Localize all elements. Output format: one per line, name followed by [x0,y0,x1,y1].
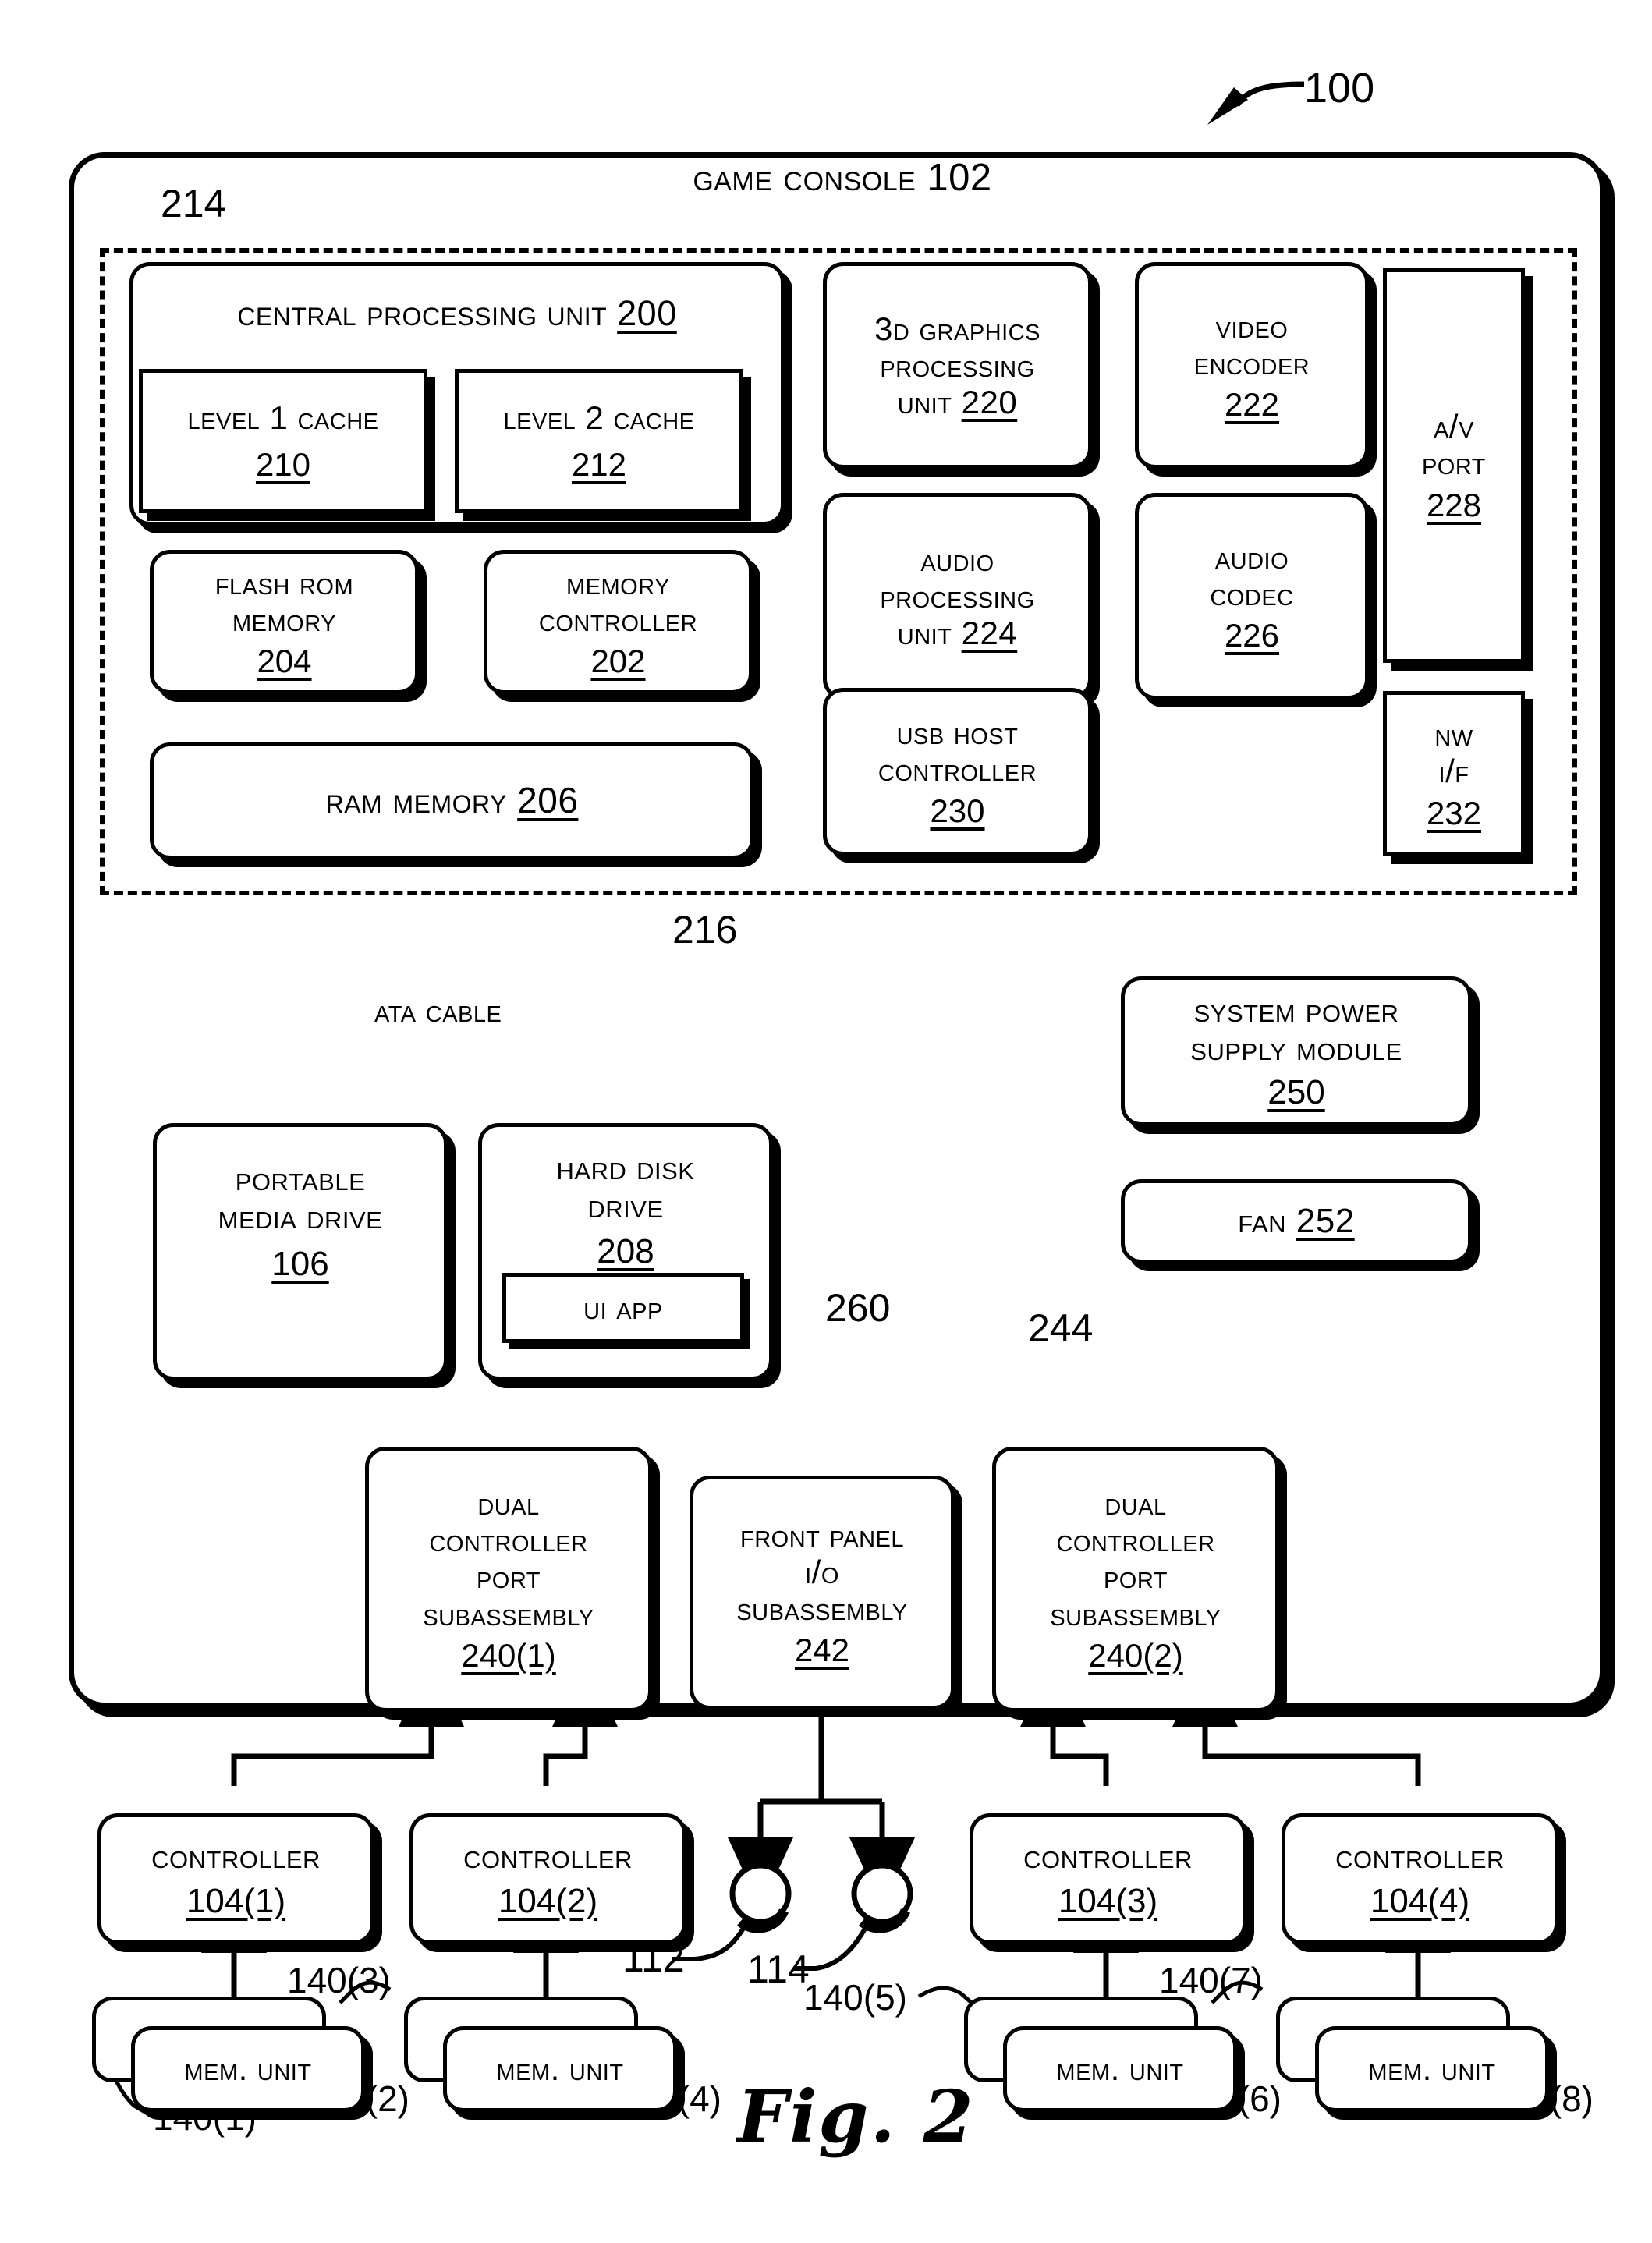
block-memory-controller[interactable]: Memory Controller 202 [484,550,753,694]
block-level-2-cache[interactable]: Level 2 Cache 212 [455,369,743,513]
block-audio-codec[interactable]: Audio Codec 226 [1135,493,1369,700]
callout-140-7: 140(7) [1159,1960,1263,2000]
block-ui-app[interactable]: UI App [502,1273,744,1343]
callout-140-5: 140(5) [803,1977,907,2018]
block-controller-1[interactable]: Controller 104(1) [97,1813,374,1944]
block-mem-unit-3[interactable]: Mem. Unit [1003,2026,1237,2112]
block-level-1-cache[interactable]: Level 1 Cache 210 [139,369,427,513]
callout-244: 244 [1028,1306,1094,1350]
block-mem-unit-1[interactable]: Mem. Unit [131,2026,365,2112]
block-label: Unit 224 [897,615,1018,652]
block-audio-processing-unit[interactable]: Audio Processing Unit 224 [823,493,1092,700]
callout-214: 214 [161,182,226,225]
block-video-encoder[interactable]: Video Encoder 222 [1135,262,1369,469]
figure-caption: Fig. 2 [737,2075,975,2159]
block-3d-graphics-processing-unit[interactable]: 3D Graphics Processing Unit 220 [823,262,1092,469]
ata-cable-label: ATA Cable [374,992,502,1029]
block-usb-host-controller[interactable]: USB Host Controller 230 [823,688,1092,856]
block-portable-media-drive[interactable]: Portable Media Drive 106 [153,1123,448,1380]
callout-260: 260 [825,1286,891,1330]
block-label: Fan 252 [1238,1202,1355,1241]
callout-100: 100 [1304,65,1375,112]
callout-140-3: 140(3) [287,1960,391,2000]
block-dual-controller-port-subassembly-1[interactable]: Dual Controller Port Subassembly 240(1) [365,1447,652,1712]
page-title: Game Console 102 [693,157,992,199]
block-label: RAM Memory 206 [325,780,579,821]
block-flash-rom-memory[interactable]: Flash ROM Memory 204 [150,550,419,694]
block-controller-4[interactable]: Controller 104(4) [1282,1813,1558,1944]
block-ram-memory[interactable]: RAM Memory 206 [150,742,754,859]
block-mem-unit-2[interactable]: Mem. Unit [443,2026,677,2112]
block-fan[interactable]: Fan 252 [1121,1179,1472,1263]
block-controller-2[interactable]: Controller 104(2) [409,1813,686,1944]
callout-114: 114 [747,1947,810,1991]
block-network-interface[interactable]: NW I/F 232 [1383,691,1525,856]
callout-216: 216 [672,908,738,951]
block-av-port[interactable]: A/V Port 228 [1383,268,1525,663]
block-front-panel-io-subassembly[interactable]: Front Panel I/O Subassembly 242 [690,1476,955,1710]
block-label: Unit 220 [897,384,1018,421]
block-system-power-supply-module[interactable]: System Power Supply Module 250 [1121,976,1472,1126]
block-label: Central Processing Unit 200 [237,292,677,333]
block-controller-3[interactable]: Controller 104(3) [970,1813,1246,1944]
block-dual-controller-port-subassembly-2[interactable]: Dual Controller Port Subassembly 240(2) [992,1447,1279,1712]
block-mem-unit-4[interactable]: Mem. Unit [1315,2026,1549,2112]
patent-figure-page: Game Console 102 100 214 216 244 260 112… [0,0,1652,2243]
